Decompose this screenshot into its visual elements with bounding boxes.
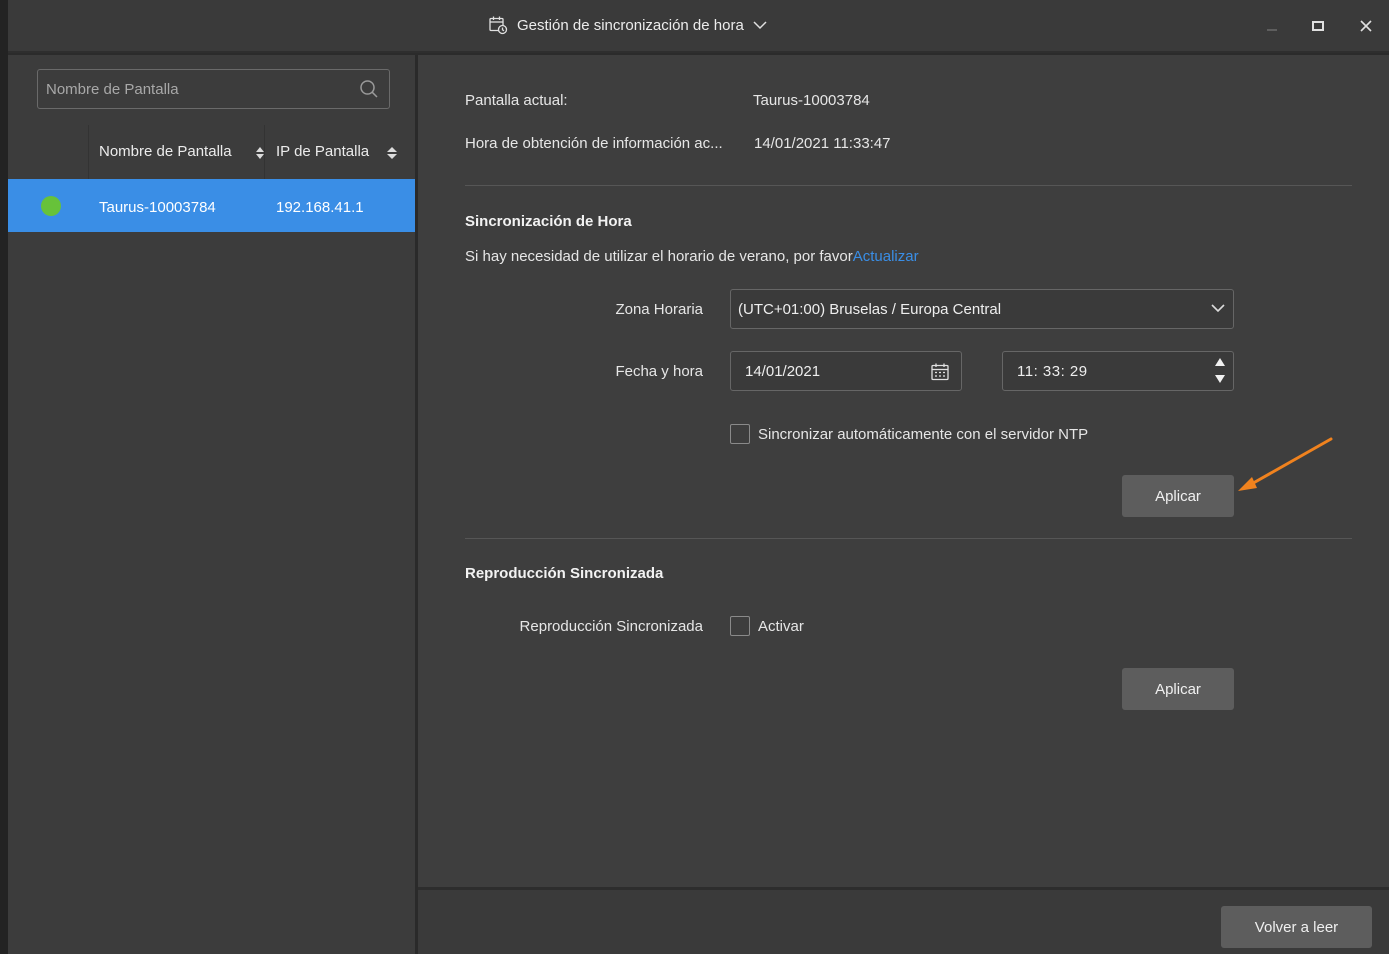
screen-ip-cell: 192.168.41.1	[276, 199, 364, 216]
current-screen-value: Taurus-10003784	[753, 92, 870, 109]
calendar-icon[interactable]	[930, 362, 950, 382]
search-box	[37, 69, 390, 109]
chevron-down-icon[interactable]	[753, 20, 767, 30]
datetime-label: Fecha y hora	[615, 363, 703, 380]
window-title-text: Gestión de sincronización de hora	[517, 16, 744, 34]
fetch-time-label: Hora de obtención de información ac...	[465, 135, 723, 152]
dst-update-link[interactable]: Actualizar	[853, 248, 919, 265]
section-divider	[465, 185, 1352, 186]
ntp-sync-label[interactable]: Sincronizar automáticamente con el servi…	[758, 426, 1088, 443]
time-spinner[interactable]: 11: 33: 29	[1002, 351, 1234, 391]
chevron-down-icon	[1211, 304, 1225, 313]
column-header-ip[interactable]: IP de Pantalla	[276, 143, 369, 160]
current-screen-label: Pantalla actual:	[465, 92, 568, 109]
section-divider	[465, 538, 1352, 539]
title-bar: Gestión de sincronización de hora	[8, 0, 1389, 53]
maximize-icon[interactable]	[1306, 14, 1330, 38]
sync-playback-enable-label[interactable]: Activar	[758, 618, 804, 635]
increment-icon[interactable]	[1214, 357, 1226, 367]
calendar-clock-icon	[488, 15, 508, 35]
date-picker[interactable]: 14/01/2021	[730, 351, 962, 391]
screen-name-cell: Taurus-10003784	[99, 199, 216, 216]
sync-playback-label: Reproducción Sincronizada	[519, 618, 703, 635]
dst-note: Si hay necesidad de utilizar el horario …	[465, 248, 919, 265]
sync-playback-checkbox[interactable]	[730, 616, 750, 636]
annotation-arrow-icon	[1238, 437, 1333, 491]
footer-bar: Volver a leer	[418, 887, 1389, 954]
search-input[interactable]	[38, 70, 364, 108]
date-value: 14/01/2021	[745, 363, 821, 380]
decrement-icon[interactable]	[1214, 374, 1226, 384]
close-icon[interactable]	[1354, 14, 1378, 38]
left-edge-strip	[0, 0, 8, 954]
timezone-value: (UTC+01:00) Bruselas / Europa Central	[738, 301, 1002, 318]
sort-icon[interactable]	[386, 146, 398, 165]
table-header: Nombre de Pantalla IP de Pantalla	[8, 125, 415, 179]
search-icon[interactable]	[359, 79, 379, 104]
time-sync-heading: Sincronización de Hora	[465, 213, 632, 230]
ntp-sync-checkbox[interactable]	[730, 424, 750, 444]
timezone-select[interactable]: (UTC+01:00) Bruselas / Europa Central	[730, 289, 1234, 329]
fetch-time-value: 14/01/2021 11:33:47	[754, 135, 891, 152]
screen-list-panel: Nombre de Pantalla IP de Pantalla Taurus…	[8, 55, 415, 954]
minimize-icon[interactable]	[1260, 14, 1284, 38]
sync-playback-heading: Reproducción Sincronizada	[465, 565, 664, 582]
column-divider	[88, 125, 89, 179]
column-divider	[264, 125, 265, 179]
dst-note-text: Si hay necesidad de utilizar el horario …	[465, 248, 853, 265]
online-status-icon	[41, 196, 61, 216]
apply-sync-playback-button[interactable]: Aplicar	[1122, 668, 1234, 710]
column-header-name[interactable]: Nombre de Pantalla	[99, 143, 232, 160]
reload-button[interactable]: Volver a leer	[1221, 906, 1372, 948]
table-row[interactable]: Taurus-10003784 192.168.41.1	[8, 179, 415, 232]
timezone-label: Zona Horaria	[615, 301, 703, 318]
window-title[interactable]: Gestión de sincronización de hora	[488, 15, 767, 35]
time-value: 11: 33: 29	[1017, 363, 1088, 380]
apply-time-sync-button[interactable]: Aplicar	[1122, 475, 1234, 517]
